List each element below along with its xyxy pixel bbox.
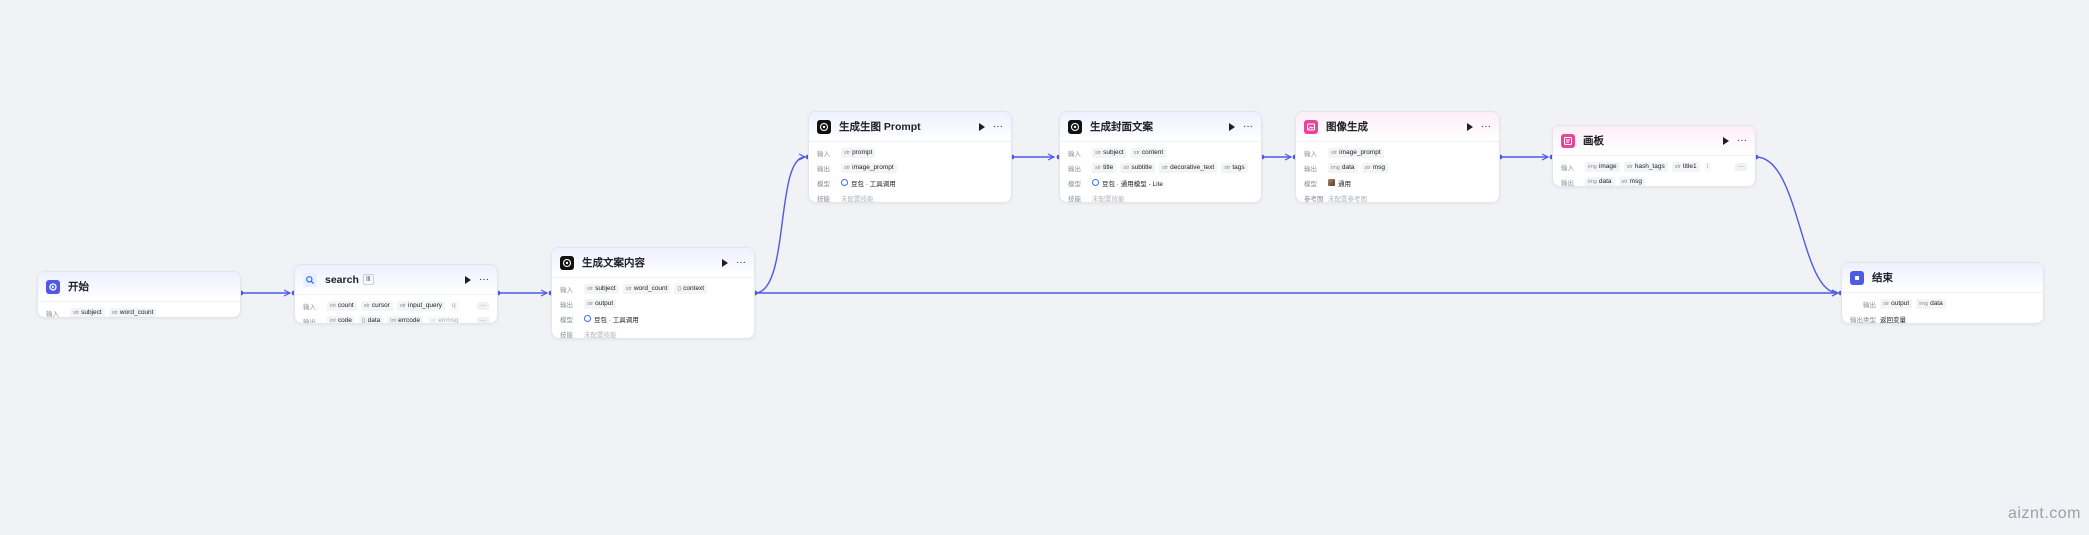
run-icon[interactable] (465, 275, 471, 284)
expand-more-button[interactable]: ··· (1735, 162, 1747, 171)
node-start[interactable]: 开始 输入 str subject str word_count (37, 271, 241, 318)
edge-board-end[interactable] (1755, 156, 1838, 293)
more-icon[interactable]: ··· (479, 274, 489, 284)
search-plugin-icon (303, 272, 317, 287)
llm-icon (560, 255, 574, 270)
var-chip: str prompt (841, 147, 876, 158)
var-chip: str decorative_text (1158, 162, 1218, 173)
var-chip: str subtitle (1120, 162, 1155, 173)
var-chip: str tags (1221, 162, 1248, 173)
workflow-canvas[interactable]: 开始 输入 str subject str word_count search Ⅲ … (0, 0, 2089, 535)
var-chip: str msg (1618, 176, 1645, 186)
model-icon (1092, 179, 1099, 186)
var-chip: str title1 (1671, 161, 1700, 172)
node-title: search (325, 273, 359, 286)
edge-content-prompt[interactable] (754, 157, 805, 294)
var-chip: img data (1328, 162, 1358, 173)
watermark: aiznt.com (2008, 505, 2081, 522)
more-icon[interactable]: ··· (1737, 135, 1747, 145)
run-icon[interactable] (1723, 136, 1729, 145)
var-chip: str word_count (108, 307, 157, 317)
var-chip: str output (584, 298, 617, 309)
var-chip: str msg (1361, 162, 1388, 173)
var-chip: q (449, 300, 459, 311)
var-chip: str word_count (622, 283, 671, 294)
var-chip: str image_prompt (841, 162, 897, 173)
more-icon[interactable]: ··· (993, 121, 1003, 131)
var-chip: str content (1130, 147, 1167, 158)
canvas-board-icon (1561, 133, 1575, 148)
expand-more-button[interactable]: ··· (477, 316, 489, 323)
node-title: 生成封面文案 (1090, 121, 1153, 133)
var-chip: str subject (1092, 147, 1127, 158)
run-icon[interactable] (1229, 122, 1235, 131)
var-chip: str input_query (396, 300, 446, 311)
image-gen-icon (1304, 119, 1318, 134)
run-icon[interactable] (979, 122, 985, 131)
node-gen-prompt[interactable]: 生成生图 Prompt ··· 输入 str prompt 输出 str image… (808, 111, 1012, 203)
more-icon[interactable]: ··· (1481, 121, 1491, 131)
llm-icon (1068, 119, 1082, 134)
var-chip: {} context (674, 283, 708, 294)
var-chip: str cursor (360, 300, 393, 311)
end-icon (1850, 270, 1864, 285)
start-icon (46, 279, 60, 294)
llm-icon (817, 119, 831, 134)
var-chip: str subject (584, 283, 619, 294)
run-icon[interactable] (722, 258, 728, 267)
var-chip: str title (1092, 162, 1117, 173)
more-icon[interactable]: ··· (736, 257, 746, 267)
var-chip: int errcode (387, 315, 424, 323)
node-search[interactable]: search Ⅲ ··· 输入 int count str cursor str in… (294, 264, 498, 324)
var-chip: int count (327, 300, 357, 311)
var-chip: str subject (70, 307, 105, 317)
var-chip: str errmsg (427, 315, 462, 323)
var-chip: str hash_tags (1623, 161, 1668, 172)
node-end[interactable]: 结束 输出 str output img data 输出类型 返回变量 (1841, 262, 2044, 324)
run-icon[interactable] (1467, 122, 1473, 131)
var-chip: str output (1880, 298, 1913, 309)
version-badge: Ⅲ (362, 274, 374, 285)
var-chip: str image_prompt (1328, 147, 1384, 158)
node-image-gen[interactable]: 图像生成 ··· 输入 str image_prompt 输出 img data s… (1295, 111, 1500, 203)
node-title: 画板 (1583, 135, 1604, 147)
model-icon (584, 315, 591, 322)
node-title: 生成文案内容 (582, 257, 645, 269)
node-title: 图像生成 (1326, 121, 1368, 133)
node-title: 结束 (1872, 272, 1893, 284)
var-chip: img data (1585, 176, 1615, 186)
node-gen-cover[interactable]: 生成封面文案 ··· 输入 str subject str content 输出 s… (1059, 111, 1262, 203)
node-title: 开始 (68, 281, 89, 293)
var-chip: t (1703, 161, 1712, 172)
node-board[interactable]: 画板 ··· 输入 img image str hash_tags str title… (1552, 125, 1756, 187)
expand-more-button[interactable]: ··· (477, 301, 489, 310)
var-chip: {} data (358, 315, 384, 323)
var-chip: int code (327, 315, 355, 323)
model-icon (841, 179, 848, 186)
model-thumbnail (1328, 179, 1335, 186)
more-icon[interactable]: ··· (1243, 121, 1253, 131)
var-chip: img data (1916, 298, 1946, 309)
node-title: 生成生图 Prompt (839, 121, 921, 133)
node-gen-content[interactable]: 生成文案内容 ··· 输入 str subject str word_count {… (551, 247, 755, 339)
var-chip: img image (1585, 161, 1620, 172)
